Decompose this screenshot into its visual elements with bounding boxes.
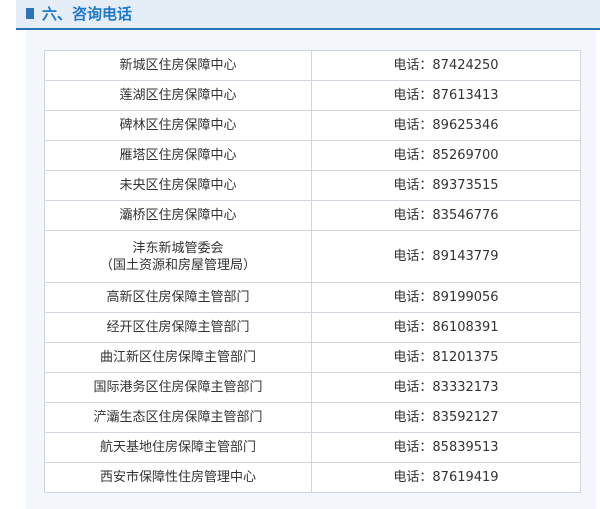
table-row: 航天基地住房保障主管部门 电话：85839513 [44, 432, 581, 463]
office-name: 新城区住房保障中心 [44, 50, 312, 81]
office-phone: 电话：87424250 [311, 50, 581, 81]
office-phone: 电话：87613413 [311, 80, 581, 111]
office-phone: 电话：83332173 [311, 372, 581, 403]
table-row: 灞桥区住房保障中心 电话：83546776 [44, 200, 581, 231]
section-header: 六、咨询电话 [16, 0, 600, 30]
office-phone: 电话：89373515 [311, 170, 581, 201]
table-row: 莲湖区住房保障中心 电话：87613413 [44, 80, 581, 111]
office-phone: 电话：85839513 [311, 432, 581, 463]
table-row: 西安市保障性住房管理中心 电话：87619419 [44, 462, 581, 493]
office-phone: 电话：86108391 [311, 312, 581, 343]
contacts-table: 新城区住房保障中心 电话：87424250 莲湖区住房保障中心 电话：87613… [44, 50, 581, 493]
office-name: 未央区住房保障中心 [44, 170, 312, 201]
table-row: 沣东新城管委会 （国土资源和房屋管理局） 电话：89143779 [44, 230, 581, 283]
square-bullet-icon [26, 8, 34, 19]
office-phone: 电话：89143779 [311, 230, 581, 283]
office-name: 莲湖区住房保障中心 [44, 80, 312, 111]
table-row: 经开区住房保障主管部门 电话：86108391 [44, 312, 581, 343]
office-phone: 电话：89199056 [311, 282, 581, 313]
office-name: 高新区住房保障主管部门 [44, 282, 312, 313]
office-name: 曲江新区住房保障主管部门 [44, 342, 312, 373]
office-name-line2: （国土资源和房屋管理局） [99, 257, 256, 273]
table-row: 高新区住房保障主管部门 电话：89199056 [44, 282, 581, 313]
office-name: 沣东新城管委会 （国土资源和房屋管理局） [44, 230, 312, 283]
section-title: 六、咨询电话 [42, 5, 133, 23]
office-phone: 电话：87619419 [311, 462, 581, 493]
page: 六、咨询电话 新城区住房保障中心 电话：87424250 莲湖区住房保障中心 电… [0, 0, 600, 509]
office-name: 经开区住房保障主管部门 [44, 312, 312, 343]
table-row: 未央区住房保障中心 电话：89373515 [44, 170, 581, 201]
office-phone: 电话：83546776 [311, 200, 581, 231]
office-phone: 电话：81201375 [311, 342, 581, 373]
table-row: 碑林区住房保障中心 电话：89625346 [44, 110, 581, 141]
office-phone: 电话：89625346 [311, 110, 581, 141]
office-phone: 电话：83592127 [311, 402, 581, 433]
table-row: 新城区住房保障中心 电话：87424250 [44, 50, 581, 81]
table-row: 曲江新区住房保障主管部门 电话：81201375 [44, 342, 581, 373]
office-name: 西安市保障性住房管理中心 [44, 462, 312, 493]
office-name: 国际港务区住房保障主管部门 [44, 372, 312, 403]
office-name: 航天基地住房保障主管部门 [44, 432, 312, 463]
office-name: 碑林区住房保障中心 [44, 110, 312, 141]
table-row: 浐灞生态区住房保障主管部门 电话：83592127 [44, 402, 581, 433]
office-name: 浐灞生态区住房保障主管部门 [44, 402, 312, 433]
office-name-line1: 沣东新城管委会 [132, 240, 224, 256]
office-name: 灞桥区住房保障中心 [44, 200, 312, 231]
table-row: 国际港务区住房保障主管部门 电话：83332173 [44, 372, 581, 403]
office-name: 雁塔区住房保障中心 [44, 140, 312, 171]
table-row: 雁塔区住房保障中心 电话：85269700 [44, 140, 581, 171]
office-phone: 电话：85269700 [311, 140, 581, 171]
